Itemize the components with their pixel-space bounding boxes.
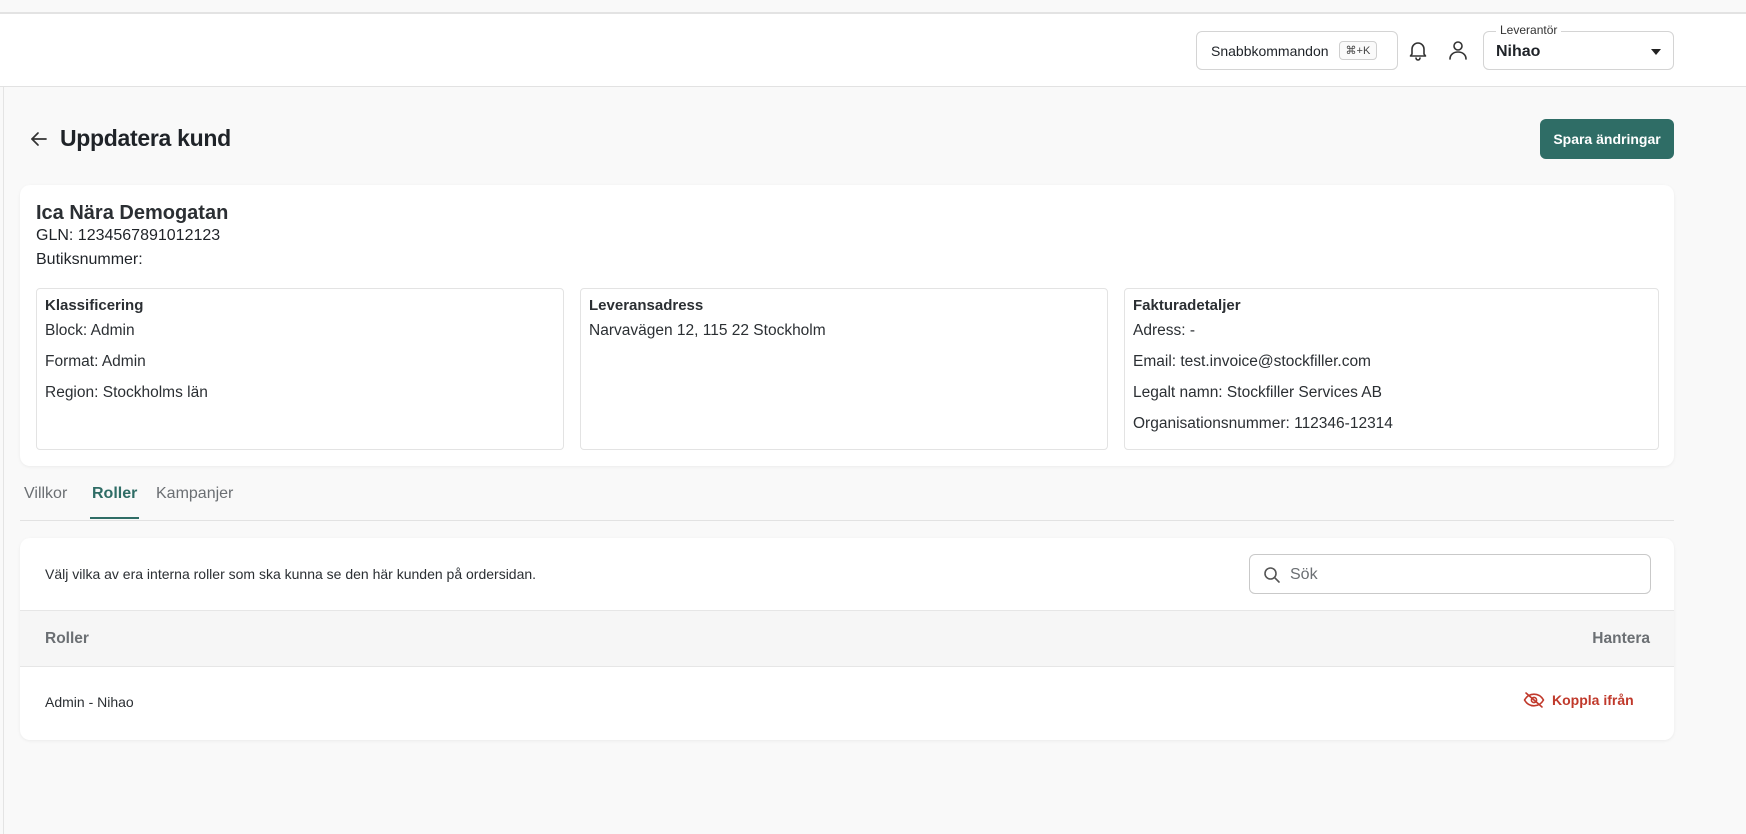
roles-description: Välj vilka av era interna roller som ska… — [45, 566, 537, 582]
customer-gln: GLN: 1234567891012123 — [36, 227, 221, 244]
search-box[interactable] — [1249, 554, 1651, 594]
delivery-title: Leveransadress — [589, 297, 704, 314]
quick-commands-label: Snabbkommandon — [1211, 42, 1329, 59]
tab-villkor[interactable]: Villkor — [24, 485, 67, 517]
invoice-org-number: Organisationsnummer: 112346-12314 — [1133, 415, 1393, 432]
classification-box: Klassificering Block: Admin Format: Admi… — [36, 288, 564, 450]
disconnect-button[interactable]: Koppla ifrån — [1523, 685, 1634, 715]
role-name: Admin - Nihao — [45, 694, 134, 710]
bell-icon[interactable] — [1406, 38, 1430, 62]
supplier-value: Nihao — [1496, 43, 1541, 60]
invoice-email: Email: test.invoice@stockfiller.com — [1133, 353, 1371, 370]
column-header-manage: Hantera — [1592, 630, 1650, 647]
quick-commands-button[interactable]: Snabbkommandon ⌘+K — [1196, 31, 1398, 70]
invoice-details-box: Fakturadetaljer Adress: - Email: test.in… — [1124, 288, 1659, 450]
search-input[interactable] — [1290, 563, 1640, 587]
classification-region: Region: Stockholms län — [45, 384, 208, 401]
table-header: Roller Hantera — [20, 610, 1674, 667]
tab-roller[interactable]: Roller — [90, 485, 140, 519]
roles-panel: Välj vilka av era interna roller som ska… — [20, 538, 1674, 740]
delivery-address-box: Leveransadress Narvavägen 12, 115 22 Sto… — [580, 288, 1108, 450]
invoice-address: Adress: - — [1133, 322, 1196, 339]
customer-store-number: Butiksnummer: — [36, 251, 143, 268]
supplier-label: Leverantör — [1496, 23, 1562, 37]
classification-format: Format: Admin — [45, 353, 146, 370]
tab-bar: Villkor Roller Kampanjer — [20, 480, 1674, 521]
user-icon[interactable] — [1446, 38, 1470, 62]
column-header-roles: Roller — [45, 630, 89, 647]
disconnect-label: Koppla ifrån — [1552, 692, 1634, 708]
eye-off-icon — [1523, 692, 1545, 708]
customer-name: Ica Nära Demogatan — [36, 202, 229, 224]
sidebar-edge — [3, 87, 4, 834]
search-icon — [1264, 567, 1280, 583]
invoice-title: Fakturadetaljer — [1133, 297, 1241, 314]
tab-kampanjer[interactable]: Kampanjer — [156, 485, 233, 517]
invoice-legal-name: Legalt namn: Stockfiller Services AB — [1133, 384, 1382, 401]
delivery-address: Narvavägen 12, 115 22 Stockholm — [589, 322, 826, 339]
customer-card: Ica Nära Demogatan GLN: 1234567891012123… — [20, 185, 1674, 466]
shortcut-badge: ⌘+K — [1338, 41, 1378, 60]
save-changes-button[interactable]: Spara ändringar — [1540, 119, 1674, 159]
classification-block: Block: Admin — [45, 322, 135, 339]
caret-down-icon — [1651, 49, 1661, 55]
supplier-select[interactable]: Leverantör Nihao — [1483, 23, 1674, 70]
back-arrow-icon[interactable] — [28, 128, 50, 150]
page-title: Uppdatera kund — [60, 125, 231, 151]
classification-title: Klassificering — [45, 297, 144, 314]
